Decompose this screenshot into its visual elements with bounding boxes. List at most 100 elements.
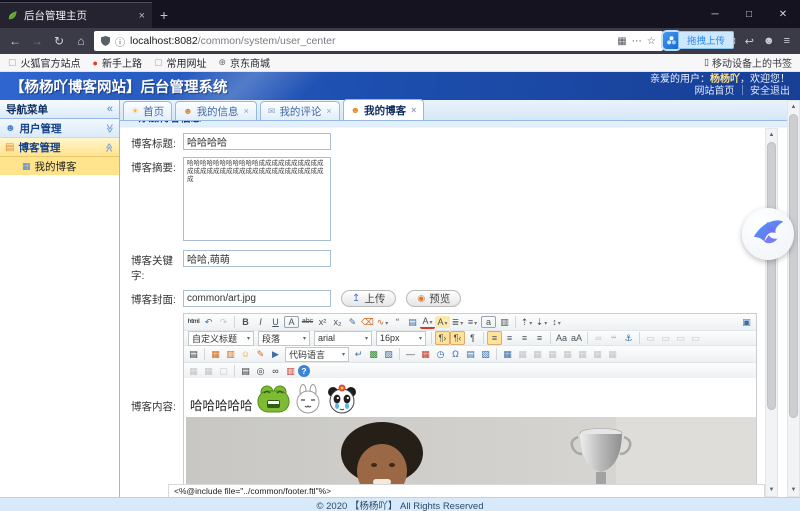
italic-icon[interactable]: I — [253, 315, 268, 329]
horizontal-rule-icon[interactable]: — — [403, 347, 418, 361]
unlink-icon[interactable]: ∞ — [606, 331, 621, 345]
uppercase-icon[interactable]: Aa — [554, 331, 569, 345]
bookmark-firefox-official[interactable]: ▢ 火狐官方站点 — [8, 55, 81, 70]
drag-upload-badge[interactable]: 拖拽上传 — [662, 31, 734, 49]
paste-filter-icon[interactable]: ▤ — [405, 315, 420, 329]
sidebar-group-blog-management[interactable]: ▤ 博客管理 ≫ — [0, 138, 119, 157]
split-cell-icon[interactable]: ▦ — [201, 364, 216, 378]
bold-icon[interactable]: B — [238, 315, 253, 329]
underline-icon[interactable]: U — [268, 315, 283, 329]
tab-home[interactable]: ☀ 首页 — [123, 101, 173, 120]
paragraph-format-icon[interactable]: ▤ — [186, 347, 201, 361]
qr-scan-icon[interactable]: ▦ — [617, 36, 626, 47]
format-brush-icon[interactable]: ✎ — [345, 315, 360, 329]
undo-icon[interactable]: ↶ — [201, 315, 216, 329]
code-language-select[interactable]: 代码语言 ▾ — [285, 346, 349, 362]
page-actions-icon[interactable]: ⋯ — [632, 36, 642, 47]
new-tab-button[interactable]: + — [152, 2, 176, 28]
forward-icon[interactable]: → — [28, 34, 46, 48]
map-icon[interactable]: ▩ — [366, 347, 381, 361]
reload-icon[interactable]: ↻ — [50, 34, 68, 48]
lowercase-icon[interactable]: aA — [569, 331, 584, 345]
content-scrollbar[interactable]: ▲ ▼ — [765, 128, 778, 497]
scroll-up-icon[interactable]: ▲ — [788, 101, 799, 113]
image-left-icon[interactable]: ▭ — [658, 331, 673, 345]
spacing-after-icon[interactable]: ⇣▾ — [534, 315, 549, 329]
gmap-icon[interactable]: ▨ — [381, 347, 396, 361]
bookmark-common-sites[interactable]: ▢ 常用网址 — [154, 55, 207, 70]
tab-close-icon[interactable]: × — [139, 10, 145, 22]
link-icon[interactable]: ∞ — [591, 331, 606, 345]
indent-clear-icon[interactable]: ¶ — [465, 331, 480, 345]
blog-cover-input[interactable] — [183, 289, 331, 307]
close-tab-icon[interactable]: × — [411, 105, 416, 115]
image-manager-icon[interactable]: ▥ — [223, 347, 238, 361]
preview-icon[interactable]: ◎ — [253, 364, 268, 378]
spacing-before-icon[interactable]: ⇡▾ — [519, 315, 534, 329]
merge-right-icon[interactable]: ▦ — [590, 347, 605, 361]
maximize-button[interactable]: □ — [732, 9, 766, 20]
scroll-down-icon[interactable]: ▼ — [766, 484, 777, 496]
indent-rtl-icon[interactable]: ¶‹ — [450, 331, 465, 345]
font-color-icon[interactable]: A▾ — [420, 316, 435, 329]
align-center-icon[interactable]: ≡ — [502, 331, 517, 345]
print-icon[interactable]: ▤ — [238, 364, 253, 378]
line-height-icon[interactable]: ↕▾ — [549, 315, 564, 329]
custom-title-select[interactable]: 自定义标题 ▾ — [188, 330, 254, 346]
align-justify-icon[interactable]: ≡ — [532, 331, 547, 345]
font-family-select[interactable]: arial ▾ — [314, 330, 372, 346]
insert-video-icon[interactable]: ▶ — [268, 347, 283, 361]
blockquote-icon[interactable]: “ — [390, 315, 405, 329]
word-doc-icon[interactable]: ▥ — [497, 315, 512, 329]
shield-icon[interactable] — [101, 36, 110, 46]
image-center-icon[interactable]: ▭ — [673, 331, 688, 345]
find-replace-icon[interactable]: ∞ — [268, 364, 283, 378]
account-icon[interactable]: ☻ — [763, 35, 775, 47]
url-bar[interactable]: ⓘ localhost:8082/common/system/user_cent… — [94, 31, 663, 51]
template-icon[interactable]: ▥ — [283, 364, 298, 378]
logout-link[interactable]: 安全退出 — [750, 86, 790, 97]
collapse-sidebar-icon[interactable]: « — [107, 103, 113, 115]
scroll-up-icon[interactable]: ▲ — [766, 129, 777, 141]
insert-row-icon[interactable]: ▦ — [530, 347, 545, 361]
emotion-icon[interactable]: ☺ — [238, 347, 253, 361]
anchor-icon[interactable]: ⚓ — [621, 331, 636, 345]
table-title-icon[interactable]: ▢ — [216, 364, 231, 378]
indent-first-icon[interactable]: ¶› — [435, 331, 450, 345]
editor-content[interactable]: 哈哈哈哈哈 — [184, 378, 756, 496]
scrollbar-thumb[interactable] — [789, 114, 798, 419]
recent-activity-icon[interactable]: ↩ — [745, 35, 754, 48]
align-right-icon[interactable]: ≡ — [517, 331, 532, 345]
menu-icon[interactable]: ≡ — [784, 35, 790, 47]
sidebar-group-user-management[interactable]: ☻ 用户管理 ≫ — [0, 119, 119, 138]
auto-typeset-icon[interactable]: a — [481, 316, 496, 328]
insert-table-icon[interactable]: ▦ — [500, 347, 515, 361]
blog-title-input[interactable] — [183, 133, 331, 150]
snapscreen-icon[interactable]: ▧ — [478, 347, 493, 361]
blog-keywords-input[interactable] — [183, 250, 331, 267]
delete-row-icon[interactable]: ▦ — [560, 347, 575, 361]
align-left-icon[interactable]: ≡ — [487, 331, 502, 345]
char-border-icon[interactable]: A — [284, 316, 299, 328]
page-scrollbar[interactable]: ▲ ▼ — [787, 100, 800, 497]
scroll-down-icon[interactable]: ▼ — [788, 484, 799, 496]
merge-down-icon[interactable]: ▦ — [186, 364, 201, 378]
redo-icon[interactable]: ↷ — [216, 315, 231, 329]
clear-format-icon[interactable]: ⌫ — [360, 315, 375, 329]
site-home-link[interactable]: 网站首页 — [694, 86, 734, 97]
bookmark-jd-mall[interactable]: ⊕ 京东商城 — [218, 55, 270, 70]
site-info-icon[interactable]: ⓘ — [115, 34, 125, 49]
xunlei-download-widget[interactable] — [742, 208, 794, 260]
delete-col-icon[interactable]: ▦ — [575, 347, 590, 361]
fullscreen-icon[interactable]: ▣ — [739, 315, 754, 329]
minimize-button[interactable]: ─ — [698, 9, 732, 20]
help-icon[interactable]: ? — [298, 364, 310, 377]
sidebar-item-my-blog[interactable]: ▦ 我的博客 — [0, 157, 119, 175]
insert-col-icon[interactable]: ▦ — [545, 347, 560, 361]
paragraph-select[interactable]: 段落 ▾ — [258, 330, 310, 346]
mobile-bookmarks[interactable]: ▯ 移动设备上的书签 — [704, 55, 792, 70]
preview-button[interactable]: ◉ 预览 — [406, 289, 462, 307]
source-icon[interactable]: html — [186, 315, 201, 329]
ordered-list-icon[interactable]: ≣▾ — [450, 315, 465, 329]
date-icon[interactable]: ▦ — [418, 347, 433, 361]
